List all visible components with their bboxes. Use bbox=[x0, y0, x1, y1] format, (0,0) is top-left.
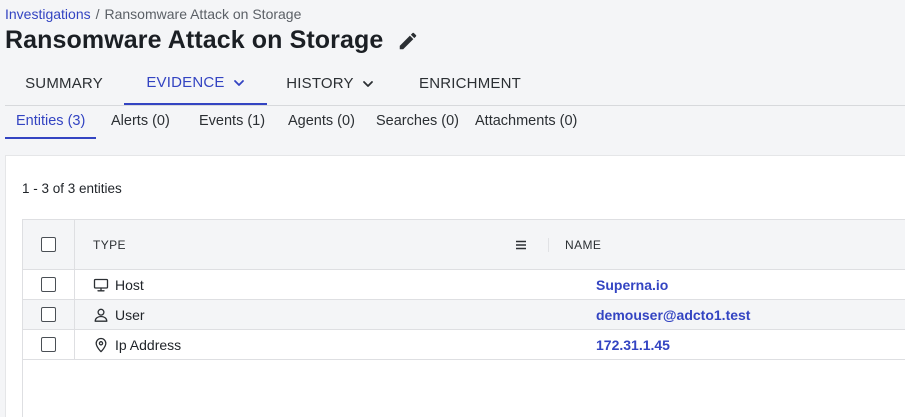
evidence-subtabs: Entities (3) Alerts (0) Events (1) Agent… bbox=[5, 107, 905, 139]
column-header-type[interactable]: TYPE bbox=[93, 220, 126, 270]
subtab-alerts[interactable]: Alerts (0) bbox=[111, 107, 170, 139]
tab-history[interactable]: HISTORY bbox=[274, 62, 386, 105]
table-header: TYPE NAME bbox=[23, 220, 905, 270]
main-tabs: SUMMARY EVIDENCE HISTORY ENRICHMENT bbox=[5, 62, 905, 106]
tab-evidence[interactable]: EVIDENCE bbox=[124, 62, 267, 105]
chevron-down-icon bbox=[233, 77, 245, 89]
row-checkbox[interactable] bbox=[41, 307, 56, 322]
type-cell: User bbox=[93, 300, 145, 330]
column-menu-icon[interactable] bbox=[515, 239, 527, 251]
tab-history-label: HISTORY bbox=[286, 75, 354, 92]
pencil-icon[interactable] bbox=[397, 30, 419, 52]
breadcrumb-separator: / bbox=[95, 6, 100, 22]
row-checkbox-cell bbox=[23, 270, 75, 299]
row-checkbox-cell bbox=[23, 330, 75, 359]
table-row[interactable]: Host Superna.io bbox=[23, 270, 905, 300]
tab-enrichment-label: ENRICHMENT bbox=[419, 75, 521, 92]
select-all-cell bbox=[23, 220, 75, 269]
column-divider[interactable] bbox=[548, 238, 549, 252]
subtab-events[interactable]: Events (1) bbox=[199, 107, 265, 139]
type-label: Host bbox=[115, 277, 144, 293]
table-row[interactable]: Ip Address 172.31.1.45 bbox=[23, 330, 905, 360]
breadcrumb-current: Ransomware Attack on Storage bbox=[104, 6, 302, 22]
type-label: Ip Address bbox=[115, 337, 182, 353]
row-checkbox-cell bbox=[23, 300, 75, 329]
subtab-agents[interactable]: Agents (0) bbox=[288, 107, 355, 139]
page-title: Ransomware Attack on Storage bbox=[5, 26, 384, 54]
table-empty-area bbox=[23, 360, 905, 417]
row-checkbox[interactable] bbox=[41, 277, 56, 292]
tab-evidence-label: EVIDENCE bbox=[146, 74, 225, 91]
chevron-down-icon bbox=[362, 78, 374, 90]
tab-summary[interactable]: SUMMARY bbox=[5, 62, 123, 105]
entities-table: TYPE NAME Host Superna.io User demouser@… bbox=[22, 219, 905, 417]
entities-panel: 1 - 3 of 3 entities TYPE NAME Host Super… bbox=[5, 155, 905, 417]
location-pin-icon bbox=[93, 337, 109, 353]
table-row[interactable]: User demouser@adcto1.test bbox=[23, 300, 905, 330]
subtab-searches[interactable]: Searches (0) bbox=[376, 107, 459, 139]
monitor-icon bbox=[93, 277, 109, 293]
entity-name-link[interactable]: Superna.io bbox=[596, 270, 668, 300]
title-row: Ransomware Attack on Storage bbox=[5, 26, 419, 55]
type-cell: Ip Address bbox=[93, 330, 181, 360]
type-cell: Host bbox=[93, 270, 144, 300]
row-checkbox[interactable] bbox=[41, 337, 56, 352]
user-icon bbox=[93, 307, 109, 323]
subtab-entities[interactable]: Entities (3) bbox=[5, 107, 97, 139]
type-label: User bbox=[115, 307, 145, 323]
subtab-attachments[interactable]: Attachments (0) bbox=[475, 107, 577, 139]
tab-summary-label: SUMMARY bbox=[25, 75, 103, 92]
breadcrumb: Investigations / Ransomware Attack on Stor… bbox=[5, 6, 301, 22]
tab-enrichment[interactable]: ENRICHMENT bbox=[405, 62, 535, 105]
column-header-name[interactable]: NAME bbox=[565, 220, 601, 270]
breadcrumb-link-investigations[interactable]: Investigations bbox=[5, 6, 91, 22]
entity-count: 1 - 3 of 3 entities bbox=[22, 181, 122, 196]
entity-name-link[interactable]: 172.31.1.45 bbox=[596, 330, 670, 360]
entity-name-link[interactable]: demouser@adcto1.test bbox=[596, 300, 750, 330]
select-all-checkbox[interactable] bbox=[41, 237, 56, 252]
